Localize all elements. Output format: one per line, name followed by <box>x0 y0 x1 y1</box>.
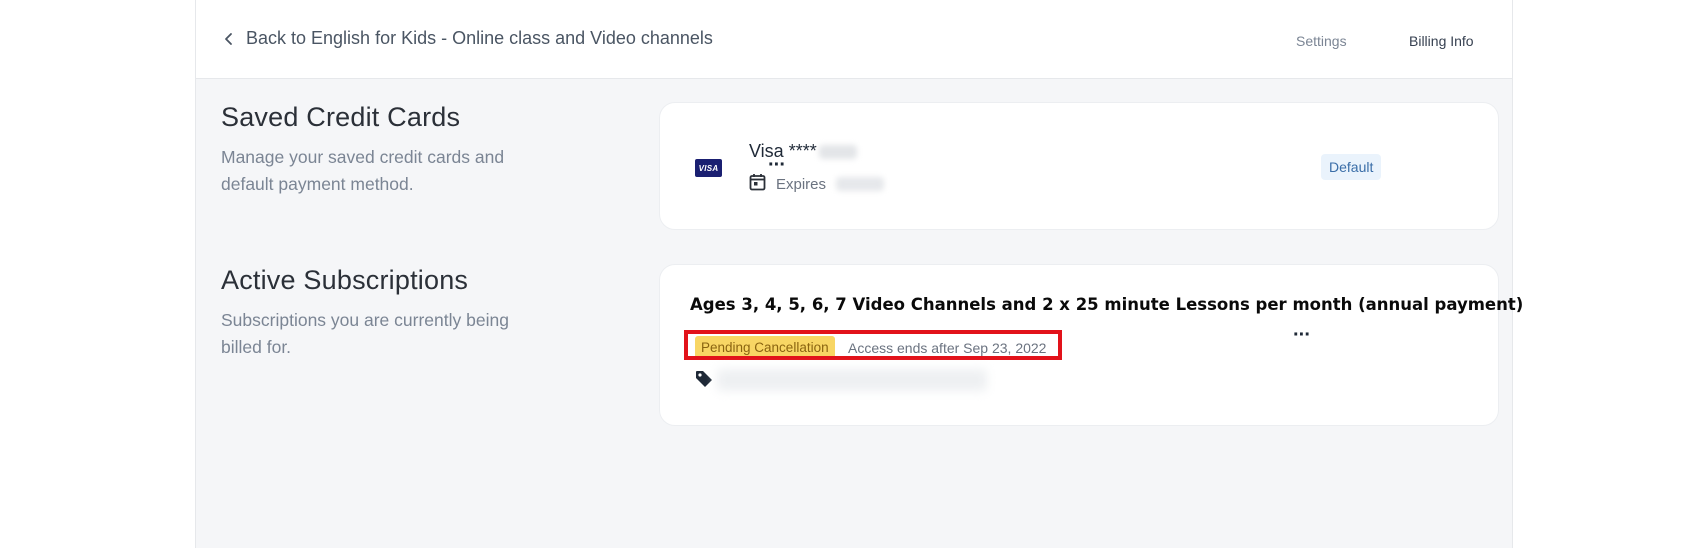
card-last4-redacted <box>818 144 857 159</box>
tag-icon <box>694 369 714 394</box>
top-navigation-bar: Back to English for Kids - Online class … <box>196 0 1512 79</box>
saved-cards-description: Manage your saved credit cards and defau… <box>221 147 505 194</box>
saved-cards-title: Saved Credit Cards <box>221 102 461 132</box>
credit-card-panel: VISA Visa **** Expires Default <box>659 102 1499 230</box>
nav-settings[interactable]: Settings <box>1296 33 1347 49</box>
expires-label: Expires <box>776 175 827 193</box>
calendar-icon <box>749 173 766 195</box>
default-badge: Default <box>1321 154 1382 180</box>
card-more-options-icon[interactable]: ··· <box>768 155 786 175</box>
subscriptions-description: Subscriptions you are currently being bi… <box>221 310 509 357</box>
coupon-redacted <box>717 369 987 391</box>
subscriptions-title: Active Subscriptions <box>221 265 469 295</box>
chevron-left-icon <box>224 32 234 46</box>
subscription-panel: Ages 3, 4, 5, 6, 7 Video Channels and 2 … <box>659 264 1523 426</box>
card-name: Visa **** <box>749 141 857 162</box>
subscription-title: Ages 3, 4, 5, 6, 7 Video Channels and 2 … <box>690 295 1524 314</box>
expires-date-redacted <box>836 177 885 191</box>
page-frame: Back to English for Kids - Online class … <box>195 0 1523 548</box>
nav-billing-info[interactable]: Billing Info <box>1409 33 1474 49</box>
back-link[interactable]: Back to English for Kids - Online class … <box>224 28 713 49</box>
subscription-more-options-icon[interactable]: ··· <box>1293 325 1311 345</box>
visa-card-icon: VISA <box>695 159 722 177</box>
card-expiry-row: Expires <box>749 173 885 195</box>
highlight-annotation <box>684 330 1062 360</box>
back-link-label: Back to English for Kids - Online class … <box>246 28 713 48</box>
